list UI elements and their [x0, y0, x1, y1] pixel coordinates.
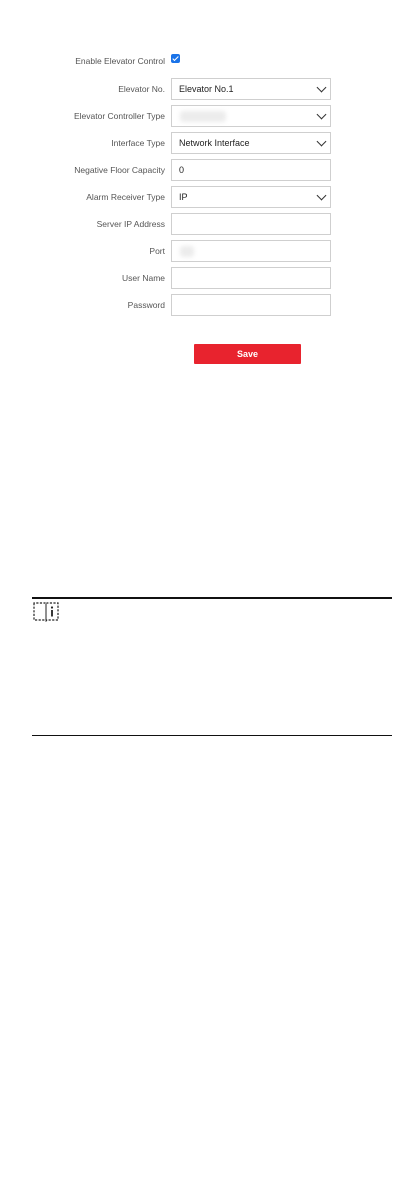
negative-floor-capacity-value: 0 — [179, 165, 185, 175]
password-label: Password — [127, 300, 165, 310]
alarm-receiver-type-select[interactable]: IP — [171, 186, 331, 208]
port-input[interactable] — [171, 240, 331, 262]
alarm-receiver-type-value: IP — [179, 192, 188, 202]
server-ip-address-row: Server IP Address — [0, 213, 410, 235]
server-ip-address-label: Server IP Address — [96, 219, 165, 229]
note-bottom-divider — [32, 735, 392, 736]
blurred-value — [180, 111, 226, 122]
blurred-value — [180, 246, 194, 257]
note-top-divider — [32, 597, 392, 599]
save-button[interactable]: Save — [194, 344, 301, 364]
enable-elevator-control-label: Enable Elevator Control — [75, 56, 165, 66]
chevron-down-icon — [316, 190, 327, 201]
chevron-down-icon — [316, 109, 327, 120]
interface-type-row: Interface Type Network Interface — [0, 132, 410, 154]
port-label: Port — [149, 246, 165, 256]
elevator-controller-type-label: Elevator Controller Type — [73, 111, 165, 121]
elevator-no-value: Elevator No.1 — [179, 84, 234, 94]
server-ip-address-input[interactable] — [171, 213, 331, 235]
alarm-receiver-type-row: Alarm Receiver Type IP — [0, 186, 410, 208]
elevator-no-label: Elevator No. — [118, 84, 165, 94]
interface-type-select[interactable]: Network Interface — [171, 132, 331, 154]
interface-type-label: Interface Type — [111, 138, 165, 148]
negative-floor-capacity-input[interactable]: 0 — [171, 159, 331, 181]
elevator-controller-type-select[interactable] — [171, 105, 331, 127]
chevron-down-icon — [316, 82, 327, 93]
elevator-controller-type-row: Elevator Controller Type — [0, 105, 410, 127]
elevator-no-row: Elevator No. Elevator No.1 — [0, 78, 410, 100]
negative-floor-capacity-row: Negative Floor Capacity 0 — [0, 159, 410, 181]
password-row: Password — [0, 294, 410, 316]
book-info-icon — [33, 602, 59, 622]
user-name-label: User Name — [122, 273, 165, 283]
user-name-row: User Name — [0, 267, 410, 289]
interface-type-value: Network Interface — [179, 138, 250, 148]
enable-elevator-control-row: Enable Elevator Control — [0, 50, 410, 72]
alarm-receiver-type-label: Alarm Receiver Type — [86, 192, 165, 202]
port-row: Port — [0, 240, 410, 262]
password-input[interactable] — [171, 294, 331, 316]
user-name-input[interactable] — [171, 267, 331, 289]
chevron-down-icon — [316, 136, 327, 147]
negative-floor-capacity-label: Negative Floor Capacity — [74, 165, 165, 175]
enable-elevator-control-checkbox[interactable] — [171, 54, 180, 63]
elevator-no-select[interactable]: Elevator No.1 — [171, 78, 331, 100]
